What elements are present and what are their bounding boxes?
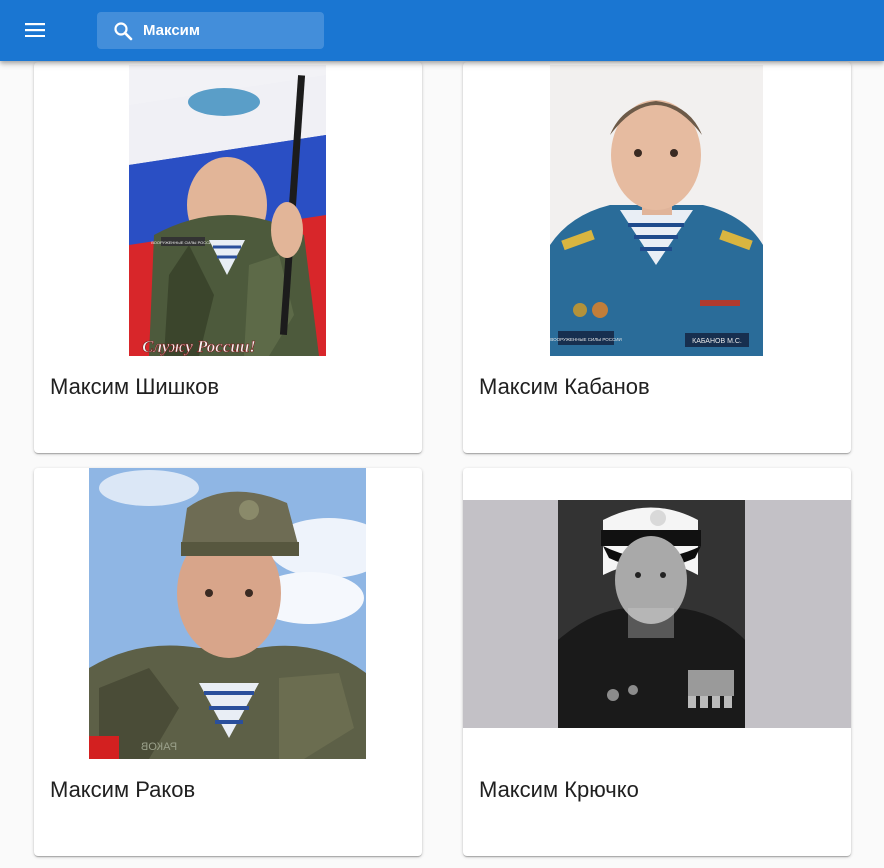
menu-icon: [25, 23, 45, 37]
search-box[interactable]: [97, 12, 324, 49]
person-photo: ВООРУЖЕННЫЕ СИЛЫ РОССИИ Служу России!: [129, 65, 326, 356]
person-card-kryuchko[interactable]: Максим Крючко: [463, 468, 851, 856]
person-photo: ВООРУЖЕННЫЕ СИЛЫ РОССИИ КАБАНОВ М.С.: [550, 65, 763, 356]
photo-caption: Служу России!: [142, 337, 256, 356]
search-input[interactable]: [143, 12, 313, 49]
person-name: Максим Раков: [50, 777, 196, 802]
person-card-kabanov[interactable]: ВООРУЖЕННЫЕ СИЛЫ РОССИИ КАБАНОВ М.С. Мак…: [463, 62, 851, 453]
person-photo: РАКОВ: [89, 468, 366, 759]
search-icon: [114, 22, 133, 41]
person-card-rakov[interactable]: РАКОВ Максим Раков: [34, 468, 422, 856]
patch-label-right: КАБАНОВ М.С.: [692, 338, 742, 345]
person-name: Максим Кабанов: [479, 374, 650, 399]
person-card-shishkov[interactable]: ВООРУЖЕННЫЕ СИЛЫ РОССИИ Служу России! Ма…: [34, 62, 422, 453]
patch-label: РАКОВ: [141, 741, 177, 753]
menu-button[interactable]: [14, 10, 56, 50]
person-name: Максим Крючко: [479, 777, 639, 802]
app-bar: [0, 0, 884, 61]
person-photo: [463, 500, 851, 728]
patch-label: ВООРУЖЕННЫЕ СИЛЫ РОССИИ: [151, 240, 215, 245]
person-name: Максим Шишков: [50, 374, 220, 399]
patch-label-left: ВООРУЖЕННЫЕ СИЛЫ РОССИИ: [550, 337, 622, 342]
